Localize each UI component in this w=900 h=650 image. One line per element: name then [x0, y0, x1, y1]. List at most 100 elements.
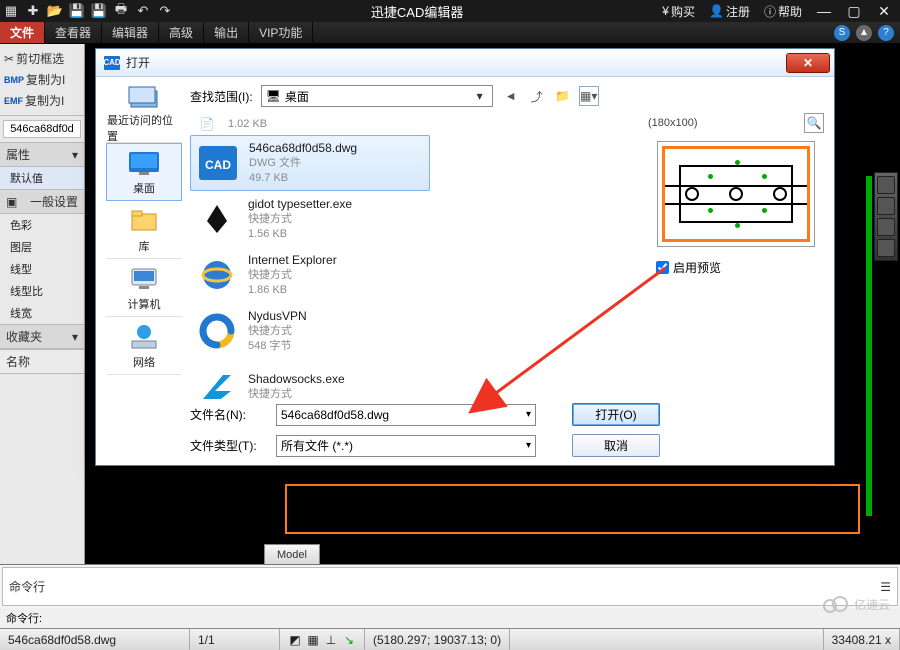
- chevron-down-icon: ▾: [526, 440, 531, 451]
- qat-undo-icon[interactable]: ↶: [132, 1, 154, 21]
- qat-print-icon[interactable]: 🖶: [110, 1, 132, 21]
- enable-preview-checkbox[interactable]: 启用预览: [656, 259, 721, 276]
- status-bar: 546ca68df0d58.dwg 1/1 ◩ ▦ ⊥ ↘ (5180.297;…: [0, 628, 900, 650]
- dialog-titlebar[interactable]: CAD 打开 ✕: [96, 49, 834, 77]
- cut-selection[interactable]: ✂剪切框选: [4, 50, 80, 67]
- network-icon: [127, 322, 161, 352]
- cad-file-icon: CAD: [197, 142, 239, 184]
- qhelp-icon[interactable]: ?: [878, 25, 894, 41]
- document-tab[interactable]: 546ca68df0d: [3, 120, 81, 138]
- qat-saveas-icon[interactable]: 💾: [88, 1, 110, 21]
- place-library[interactable]: 库: [106, 201, 182, 259]
- qat-redo-icon[interactable]: ↷: [154, 1, 176, 21]
- theme-icon[interactable]: ▲: [856, 25, 872, 41]
- places-bar: 最近访问的位置 桌面 库 计算机 网络: [106, 85, 182, 457]
- qat-save-icon[interactable]: 💾: [66, 1, 88, 21]
- watermark: 亿速云: [820, 594, 890, 614]
- file-item[interactable]: Internet Explorer快捷方式1.86 KB: [190, 247, 638, 303]
- grip-icon[interactable]: ☰: [880, 580, 891, 594]
- defaults-item[interactable]: 默认值: [0, 167, 84, 189]
- status-toggles: ◩ ▦ ⊥ ↘: [280, 629, 365, 650]
- tab-advanced[interactable]: 高级: [159, 22, 204, 43]
- drawing-rect: [285, 484, 860, 534]
- tab-viewer[interactable]: 查看器: [45, 22, 102, 43]
- properties-header[interactable]: 属性▾: [0, 142, 84, 167]
- copy-as-bmp[interactable]: BMP复制为I: [4, 71, 80, 88]
- ss-icon: [196, 366, 238, 399]
- nav-newfolder-icon[interactable]: 📁: [553, 86, 573, 106]
- file-item[interactable]: gidot typesetter.exe快捷方式1.56 KB: [190, 191, 638, 247]
- tool-icon[interactable]: [877, 197, 895, 215]
- cancel-button[interactable]: 取消: [572, 434, 660, 457]
- nav-viewmode-icon[interactable]: ▦▾: [579, 86, 599, 106]
- pen-icon: [196, 198, 238, 240]
- snap-icon[interactable]: ◩: [288, 633, 302, 647]
- chevron-down-icon: ▾: [526, 409, 531, 420]
- place-computer[interactable]: 计算机: [106, 259, 182, 317]
- file-item[interactable]: Shadowsocks.exe快捷方式: [190, 359, 638, 399]
- polar-icon[interactable]: ↘: [342, 633, 356, 647]
- status-page: 1/1: [190, 629, 280, 650]
- file-list[interactable]: 📄 1.02 KB CAD 546ca68df0d58.dwg DWG 文件 4…: [190, 113, 638, 399]
- magnify-icon[interactable]: 🔍: [804, 113, 824, 133]
- place-desktop[interactable]: 桌面: [106, 143, 182, 201]
- minimize-button[interactable]: ―: [812, 1, 836, 21]
- nav-back-icon[interactable]: ◄: [501, 86, 521, 106]
- register-link[interactable]: 👤注册: [705, 3, 754, 20]
- tab-editor[interactable]: 编辑器: [102, 22, 159, 43]
- style-icon[interactable]: S: [834, 25, 850, 41]
- help-link[interactable]: ⓘ帮助: [760, 3, 806, 20]
- list-item[interactable]: 线型比: [0, 280, 84, 302]
- filename-input[interactable]: 546ca68df0d58.dwg▾: [276, 404, 536, 426]
- file-item[interactable]: NydusVPN快捷方式548 字节: [190, 303, 638, 359]
- file-item[interactable]: 📄 1.02 KB: [190, 113, 638, 135]
- computer-icon: [127, 264, 161, 294]
- qat-open-icon[interactable]: 📂: [44, 1, 66, 21]
- user-icon: 👤: [709, 4, 724, 18]
- ortho-icon[interactable]: ⊥: [324, 633, 338, 647]
- command-history[interactable]: 命令行☰: [2, 567, 898, 606]
- chevron-icon: ▾: [72, 148, 78, 162]
- open-button[interactable]: 打开(O): [572, 403, 660, 426]
- name-header: 名称: [0, 349, 84, 374]
- close-button[interactable]: ✕: [872, 1, 896, 21]
- file-item-selected[interactable]: CAD 546ca68df0d58.dwg DWG 文件 49.7 KB: [190, 135, 430, 191]
- copy-as-emf[interactable]: EMF复制为I: [4, 92, 80, 109]
- general-header[interactable]: ▣一般设置: [0, 189, 84, 214]
- nav-up-icon[interactable]: ⤴: [527, 86, 547, 106]
- tool-icon[interactable]: [877, 218, 895, 236]
- model-tab[interactable]: Model: [264, 544, 320, 564]
- tab-output[interactable]: 输出: [204, 22, 249, 43]
- ie-icon: [196, 254, 238, 296]
- emf-icon: EMF: [4, 96, 23, 106]
- tool-icon[interactable]: [877, 176, 895, 194]
- place-recent[interactable]: 最近访问的位置: [106, 85, 182, 143]
- bmp-icon: BMP: [4, 75, 24, 85]
- filetype-select[interactable]: 所有文件 (*.*)▾: [276, 435, 536, 457]
- desktop-mini-icon: 🖥: [266, 89, 281, 103]
- maximize-button[interactable]: ▢: [842, 1, 866, 21]
- list-item[interactable]: 线型: [0, 258, 84, 280]
- open-dialog: CAD 打开 ✕ 最近访问的位置 桌面 库 计算机: [95, 48, 835, 466]
- recent-icon: [127, 84, 161, 110]
- tool-icon[interactable]: [877, 239, 895, 257]
- library-icon: [127, 206, 161, 236]
- titlebar: ▦ ✚ 📂 💾 💾 🖶 ↶ ↷ 迅捷CAD编辑器 ¥购买 👤注册 ⓘ帮助 ― ▢…: [0, 0, 900, 22]
- list-item[interactable]: 线宽: [0, 302, 84, 324]
- tab-file[interactable]: 文件: [0, 22, 45, 43]
- qat-new-icon[interactable]: ✚: [22, 1, 44, 21]
- grid-icon[interactable]: ▦: [306, 633, 320, 647]
- tab-vip[interactable]: VIP功能: [249, 22, 313, 43]
- help-icon: ⓘ: [764, 3, 776, 20]
- filetype-label: 文件类型(T):: [190, 437, 266, 454]
- scissors-icon: ✂: [4, 52, 14, 66]
- command-prompt[interactable]: 命令行:: [0, 608, 900, 628]
- list-item[interactable]: 图层: [0, 236, 84, 258]
- lookin-combo[interactable]: 🖥 桌面 ▾: [261, 85, 493, 107]
- favorites-header[interactable]: 收藏夹▾: [0, 324, 84, 349]
- app-icon[interactable]: ▦: [0, 1, 22, 21]
- buy-link[interactable]: ¥购买: [658, 3, 699, 20]
- dialog-close-button[interactable]: ✕: [786, 53, 830, 73]
- place-network[interactable]: 网络: [106, 317, 182, 375]
- list-item[interactable]: 色彩: [0, 214, 84, 236]
